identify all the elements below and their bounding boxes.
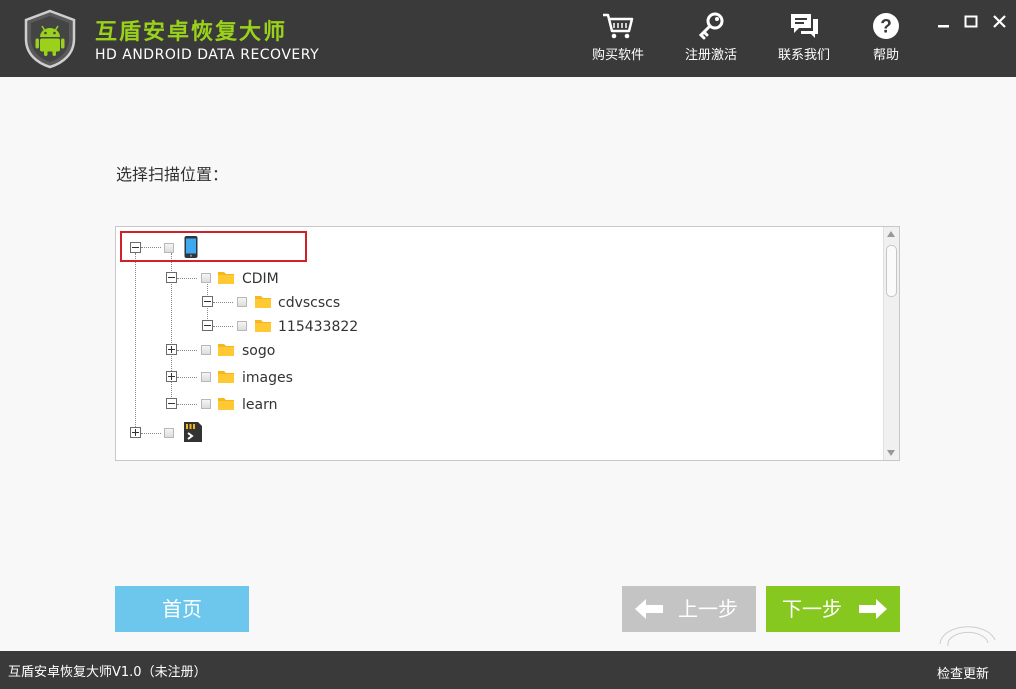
register-activate-label: 注册激活 [684, 48, 737, 63]
previous-step-label: 上一步 [678, 597, 738, 621]
collapse-toggle[interactable] [166, 398, 177, 409]
scroll-down-icon[interactable] [887, 450, 895, 456]
collapse-toggle[interactable] [130, 242, 141, 253]
node-checkbox[interactable] [237, 321, 247, 331]
collapse-toggle[interactable] [166, 272, 177, 283]
key-icon [698, 12, 724, 40]
tree-connector [177, 377, 197, 378]
status-bar: 互盾安卓恢复大师V1.0（未注册） 检查更新 [0, 651, 1016, 689]
tree-node-label[interactable]: images [242, 370, 293, 386]
pconline-watermark-logo [939, 626, 996, 647]
expand-toggle[interactable] [166, 371, 177, 382]
tree-connector [177, 350, 197, 351]
tree-node-label[interactable]: sogo [242, 343, 275, 359]
folder-icon [255, 296, 271, 308]
cart-icon [603, 13, 634, 39]
tree-node-label[interactable]: CDIM [242, 271, 279, 287]
svg-text:?: ? [880, 17, 892, 38]
node-checkbox[interactable] [201, 399, 211, 409]
home-button[interactable]: 首页 [115, 586, 249, 632]
node-checkbox[interactable] [201, 273, 211, 283]
node-checkbox[interactable] [164, 428, 174, 438]
tree-connector [141, 433, 161, 434]
collapse-toggle[interactable] [202, 320, 213, 331]
node-checkbox[interactable] [237, 297, 247, 307]
tree-node-label[interactable]: 115433822 [278, 319, 358, 335]
minimize-icon[interactable] [935, 13, 953, 31]
sd-card-icon [184, 422, 202, 442]
arrow-left-icon [635, 599, 663, 619]
scroll-thumb[interactable] [886, 245, 897, 297]
node-checkbox[interactable] [201, 372, 211, 382]
buy-software-label: 购买软件 [591, 48, 644, 63]
expand-toggle[interactable] [130, 427, 141, 438]
help-label: 帮助 [872, 48, 899, 63]
app-subtitle: HD ANDROID DATA RECOVERY [95, 47, 320, 63]
tree-connector [135, 253, 136, 433]
folder-icon [218, 398, 234, 410]
chat-icon [791, 14, 818, 38]
close-icon[interactable] [991, 13, 1009, 31]
help-button[interactable]: ? 帮助 [846, 12, 926, 70]
tree-node-label[interactable]: cdvscscs [278, 295, 340, 311]
expand-toggle[interactable] [166, 344, 177, 355]
next-step-button[interactable]: 下一步 [766, 586, 900, 632]
scroll-up-icon[interactable] [887, 231, 895, 237]
register-activate-button[interactable]: 注册激活 [671, 12, 751, 70]
tree-connector [177, 404, 197, 405]
tree-node-label[interactable]: learn [242, 397, 277, 413]
title-bar: 互盾安卓恢复大师 HD ANDROID DATA RECOVERY 购买软件 注… [0, 0, 1016, 77]
app-title: 互盾安卓恢复大师 [95, 20, 288, 45]
folder-icon [218, 272, 234, 284]
android-shield-logo-icon [24, 9, 76, 69]
node-checkbox[interactable] [164, 243, 174, 253]
collapse-toggle[interactable] [202, 296, 213, 307]
buy-software-button[interactable]: 购买软件 [578, 12, 658, 70]
maximize-icon[interactable] [962, 13, 980, 31]
scan-location-tree[interactable]: CDIM cdvscscs 115433822 sogo images lear… [115, 226, 900, 461]
tree-connector [213, 302, 233, 303]
folder-icon [218, 371, 234, 383]
tree-connector [177, 278, 197, 279]
tree-connector [213, 326, 233, 327]
contact-us-button[interactable]: 联系我们 [764, 12, 844, 70]
help-icon: ? [873, 13, 899, 39]
previous-step-button[interactable]: 上一步 [622, 586, 756, 632]
contact-us-label: 联系我们 [777, 48, 830, 63]
node-checkbox[interactable] [201, 345, 211, 355]
selected-node-highlight [120, 231, 307, 262]
scan-location-label: 选择扫描位置： [116, 165, 229, 184]
version-label: 互盾安卓恢复大师V1.0（未注册） [8, 665, 207, 680]
tree-scrollbar[interactable] [883, 227, 899, 460]
folder-icon [255, 320, 271, 332]
arrow-right-icon [859, 599, 887, 619]
folder-icon [218, 344, 234, 356]
phone-icon [184, 236, 198, 258]
next-step-label: 下一步 [782, 597, 842, 621]
